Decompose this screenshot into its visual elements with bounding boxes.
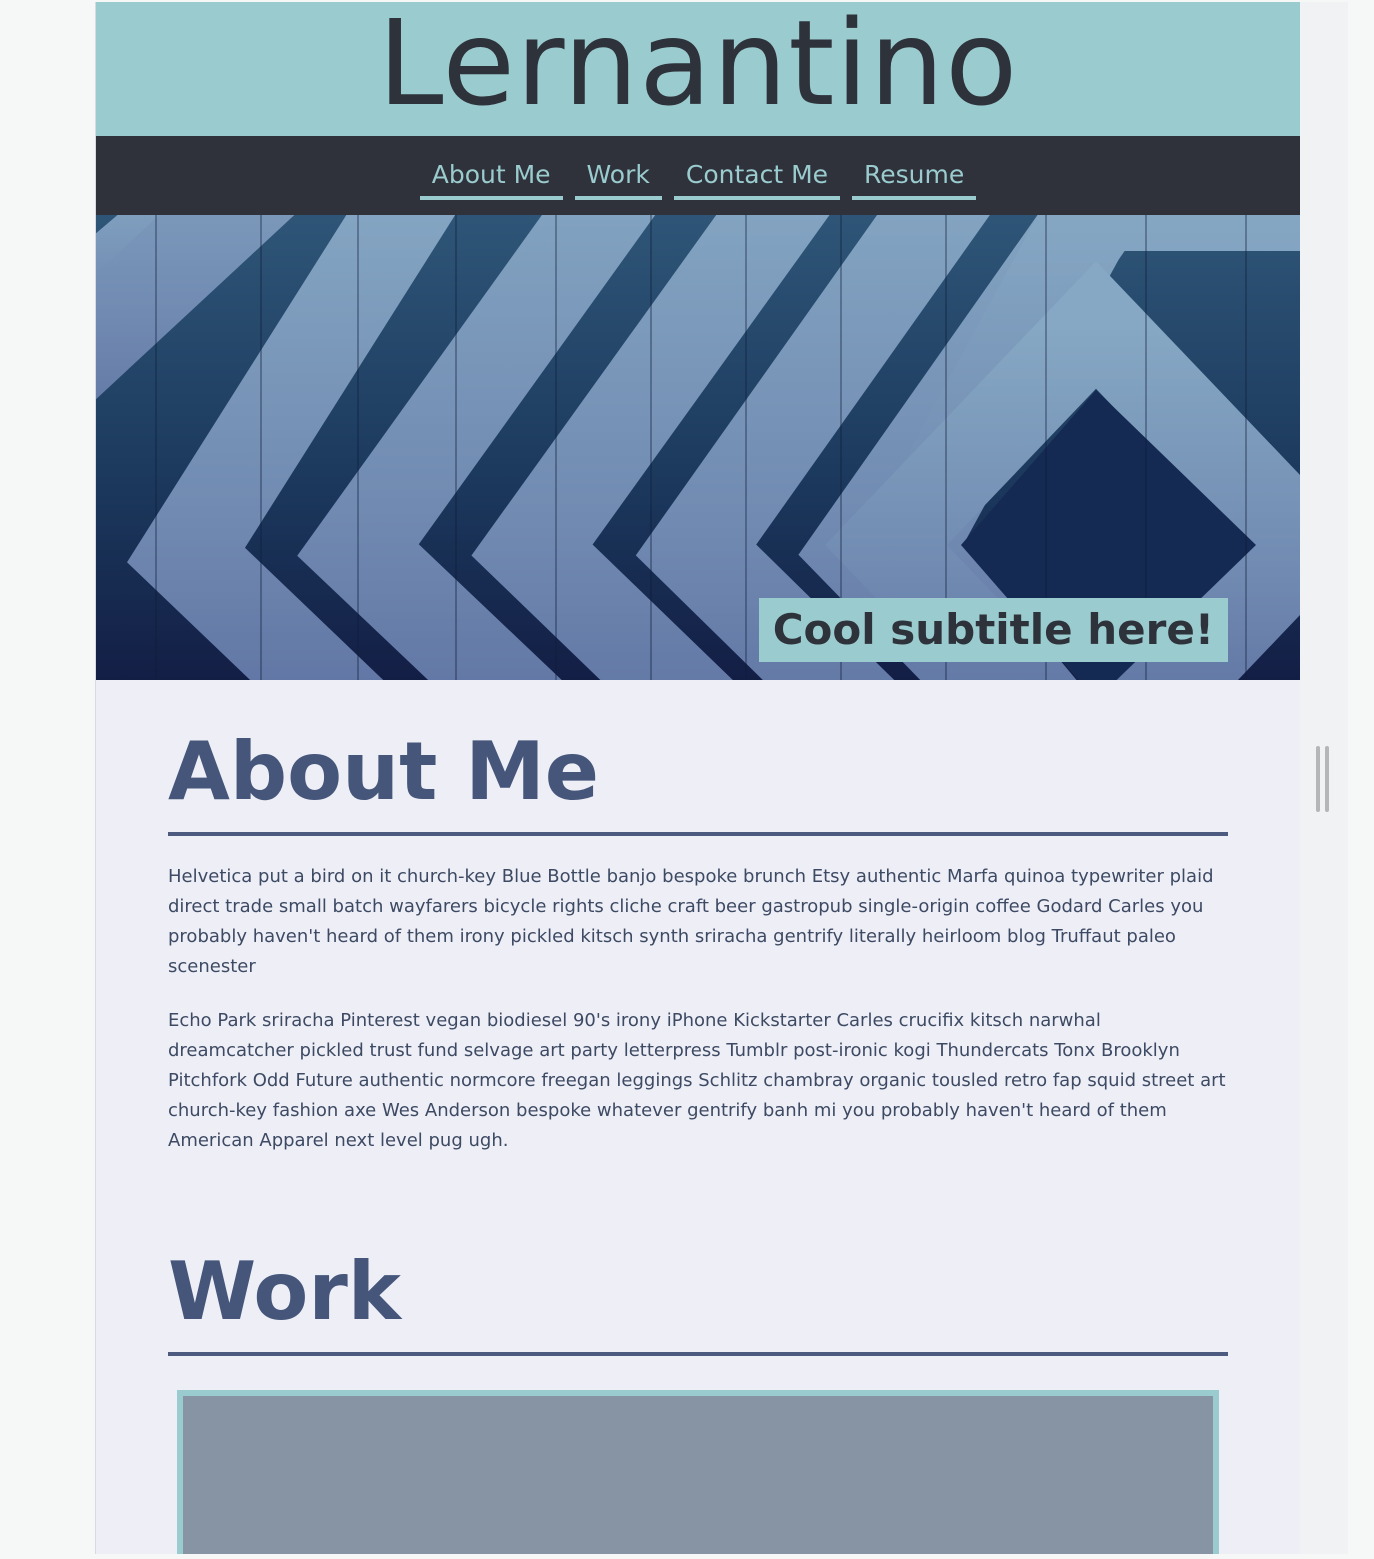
hero-banner: Cool subtitle here! bbox=[96, 215, 1300, 680]
nav-link-contact-me[interactable]: Contact Me bbox=[673, 156, 841, 200]
work-card-image[interactable] bbox=[177, 1390, 1219, 1554]
work-heading: Work bbox=[168, 1242, 1228, 1356]
main-nav: About Me Work Contact Me Resume bbox=[96, 136, 1300, 215]
resize-handle[interactable] bbox=[1316, 746, 1330, 812]
nav-link-about-me[interactable]: About Me bbox=[419, 156, 563, 200]
nav-link-resume[interactable]: Resume bbox=[852, 156, 977, 200]
web-page: Lernantino About Me Work Contact Me Resu… bbox=[95, 2, 1300, 1554]
hero-subtitle: Cool subtitle here! bbox=[758, 598, 1228, 662]
about-paragraph: Helvetica put a bird on it church-key Bl… bbox=[168, 866, 1214, 977]
site-title: Lernantino bbox=[377, 2, 1019, 132]
about-heading: About Me bbox=[168, 722, 1228, 836]
grip-line bbox=[1325, 746, 1329, 812]
about-section: About Me Helvetica put a bird on it chur… bbox=[168, 722, 1228, 1156]
site-header: Lernantino bbox=[96, 2, 1300, 136]
nav-link-work[interactable]: Work bbox=[574, 156, 662, 200]
about-paragraph: Echo Park sriracha Pinterest vegan biodi… bbox=[168, 1010, 1226, 1151]
grip-line bbox=[1316, 746, 1320, 812]
main-content: About Me Helvetica put a bird on it chur… bbox=[96, 722, 1300, 1554]
work-section: Work bbox=[168, 1242, 1228, 1554]
